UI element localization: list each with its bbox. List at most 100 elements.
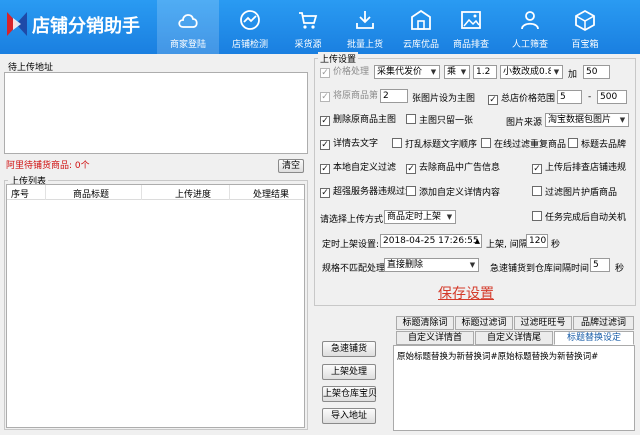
nav-merchant-login[interactable]: 商家登陆 (157, 0, 219, 54)
timer-value: 2018-04-25 17:26:55 (383, 236, 479, 246)
price-factor-input[interactable]: 1.2 (473, 65, 497, 79)
remove-ads-label: 去除商品中广告信息 (419, 163, 501, 173)
dup-filter-checkbox[interactable]: 在线过滤重复商品 (481, 138, 566, 151)
nav-toolbox[interactable]: 百宝箱 (554, 0, 616, 54)
main-image-input[interactable]: 2 (380, 89, 408, 103)
tab-title-replace[interactable]: 标题替换设定 (554, 331, 634, 345)
price-max-input[interactable]: 500 (597, 90, 627, 104)
quick-list-button[interactable]: 急速铺货 (322, 341, 376, 357)
spec-mismatch-value: 直接删除 (387, 260, 424, 270)
shelf-process-button[interactable]: 上架处理 (322, 364, 376, 380)
price-op-select[interactable]: 乘 ▼ (444, 65, 470, 79)
upload-mode-label: 请选择上传方式 (320, 215, 384, 225)
auto-shutdown-label: 任务完成后自动关机 (545, 213, 627, 223)
tab-desc-tail[interactable]: 自定义详情尾 (475, 331, 553, 345)
delete-main-image-label: 删除原商品主图 (333, 115, 397, 125)
chevron-down-icon: ▼ (428, 66, 439, 78)
remove-ads-checkbox[interactable]: ✓ 去除商品中广告信息 (406, 162, 500, 174)
dup-filter-label: 在线过滤重复商品 (494, 140, 567, 150)
nav-label: 批量上货 (346, 40, 383, 50)
import-address-button[interactable]: 导入地址 (322, 408, 376, 424)
delete-main-image-checkbox[interactable]: ✓ 删除原商品主图 (320, 114, 396, 126)
auto-shutdown-checkbox[interactable]: 任务完成后自动关机 (532, 211, 626, 224)
app-title: 店铺分销助手 (32, 16, 140, 37)
image-protect-checkbox[interactable]: 过滤图片护盾商品 (532, 186, 617, 199)
price-process-checkbox[interactable]: ✓ 价格处理 (320, 66, 369, 78)
warehouse-list-button[interactable]: 上架仓库宝贝 (322, 386, 377, 402)
image-icon (461, 11, 481, 29)
tab-wangwang-filter[interactable]: 过滤旺旺号 (514, 316, 572, 330)
spinner-icon: ▲ (474, 237, 480, 245)
price-op-value: 乘 (447, 67, 457, 77)
price-range-dash: - (588, 92, 592, 102)
nav-manual-screen[interactable]: 人工筛查 (499, 0, 561, 54)
tab-title-filter[interactable]: 标题过滤词 (455, 316, 513, 330)
nav-batch-upload[interactable]: 批量上货 (334, 0, 396, 54)
download-icon (356, 11, 374, 29)
title-brand-label: 标题去品牌 (581, 140, 627, 150)
cart-icon (299, 12, 318, 29)
image-source-select[interactable]: 淘宝数据包图片 ▼ (545, 113, 629, 127)
main-image-checkbox[interactable]: ✓ 将原商品第 (320, 90, 378, 102)
nav-store-check[interactable]: 店铺检测 (219, 0, 281, 54)
shuffle-title-label: 打乱标题文字顺序 (405, 140, 478, 150)
image-source-label: 图片来源 (506, 118, 543, 128)
title-replace-textarea[interactable]: 原始标题替换为新替换词#原始标题替换为新替换词# (393, 345, 635, 431)
cloud-icon (178, 14, 198, 28)
price-range-label: 总店价格范围 (501, 94, 556, 104)
keep-one-main-checkbox[interactable]: 主图只留一张 (406, 114, 473, 127)
image-source-value: 淘宝数据包图片 (548, 115, 612, 125)
chevron-down-icon: ▼ (467, 259, 478, 271)
interval-label: 上架, 间隔 (486, 240, 528, 250)
box-icon (575, 9, 595, 32)
upload-mode-select[interactable]: 商品定时上架 ▼ (384, 210, 456, 224)
nav-label: 商家登陆 (169, 40, 206, 50)
title-brand-checkbox[interactable]: 标题去品牌 (568, 138, 626, 151)
upload-list-table[interactable]: 序号 商品标题 上传进度 处理结果 (6, 184, 305, 428)
price-range-checkbox[interactable]: ✓ 总店价格范围 (488, 93, 555, 105)
add-value-input[interactable]: 50 (583, 65, 610, 79)
spec-mismatch-select[interactable]: 直接删除 ▼ (384, 258, 479, 272)
pending-address-textarea[interactable] (4, 72, 308, 154)
interval-unit: 秒 (551, 240, 561, 250)
table-header: 序号 商品标题 上传进度 处理结果 (7, 185, 304, 200)
desc-text-checkbox[interactable]: ✓ 详情去文字 (320, 138, 378, 150)
store-icon (411, 9, 431, 30)
save-settings-button[interactable]: 保存设置 (438, 283, 494, 303)
col-result: 处理结果 (253, 190, 290, 200)
check-violation-label: 上传后排查店铺违规 (545, 163, 627, 173)
price-min-input[interactable]: 5 (557, 90, 582, 104)
nav-source[interactable]: 采货源 (277, 0, 339, 54)
chart-icon (240, 10, 260, 30)
user-icon (521, 11, 539, 30)
add-label: 加 (568, 70, 578, 80)
chevron-down-icon: ▼ (551, 66, 562, 78)
shuffle-title-checkbox[interactable]: 打乱标题文字顺序 (392, 138, 477, 151)
warehouse-interval-unit: 秒 (615, 264, 625, 274)
interval-input[interactable]: 120 (526, 234, 548, 248)
check-violation-checkbox[interactable]: ✓ 上传后排查店铺违规 (532, 162, 626, 174)
chevron-down-icon: ▼ (458, 66, 469, 78)
add-desc-checkbox[interactable]: 添加自定义详情内容 (406, 186, 500, 199)
nav-label: 百宝箱 (571, 40, 599, 50)
failed-count-label: 阿里待铺货商品: 0个 (6, 161, 90, 171)
decimal-mode-select[interactable]: 小数改成0.88 ▼ (500, 65, 563, 79)
col-title: 商品标题 (73, 190, 110, 200)
nav-label: 店铺检测 (231, 40, 268, 50)
clear-button[interactable]: 清空 (278, 159, 304, 173)
tab-title-clear[interactable]: 标题清除词 (396, 316, 454, 330)
nav-label: 采货源 (294, 40, 322, 50)
upload-settings-legend: 上传设置 (318, 52, 359, 65)
tab-brand-filter[interactable]: 品牌过滤词 (573, 316, 634, 330)
timer-datetime-input[interactable]: 2018-04-25 17:26:55 ▲ (380, 234, 482, 248)
tab-desc-head[interactable]: 自定义详情首 (396, 331, 474, 345)
chevron-down-icon: ▼ (617, 114, 628, 126)
col-index: 序号 (11, 190, 30, 200)
nav-product-check[interactable]: 商品排查 (440, 0, 502, 54)
price-mode-select[interactable]: 采集代发价 ▼ (374, 65, 440, 79)
title-replace-text: 原始标题替换为新替换词#原始标题替换为新替换词# (397, 352, 599, 362)
local-filter-checkbox[interactable]: ✓ 本地自定义过滤 (320, 162, 396, 174)
server-filter-checkbox[interactable]: ✓ 超强服务器违规过滤 (320, 186, 414, 198)
price-mode-value: 采集代发价 (377, 67, 423, 77)
warehouse-interval-input[interactable]: 5 (590, 258, 610, 272)
